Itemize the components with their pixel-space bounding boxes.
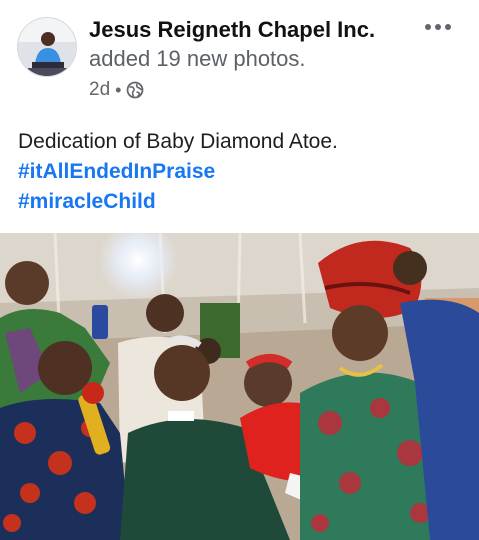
post-meta: 2d • <box>89 79 144 101</box>
post-photo[interactable] <box>0 233 479 540</box>
post-header: Jesus Reigneth Chapel Inc. added 19 new … <box>0 0 479 110</box>
avatar-image <box>18 18 76 76</box>
hashtag-link[interactable]: #itAllEndedInPraise <box>18 157 468 187</box>
post-text: Dedication of Baby Diamond Atoe. #itAllE… <box>18 127 468 217</box>
post-action-text: added 19 new photos. <box>89 46 306 71</box>
more-options-button[interactable] <box>421 14 455 40</box>
photo-image <box>0 233 479 540</box>
globe-icon <box>126 81 144 99</box>
meta-separator: • <box>115 80 122 100</box>
page-avatar[interactable] <box>17 17 77 77</box>
page-name[interactable]: Jesus Reigneth Chapel Inc. <box>89 17 375 43</box>
post-timestamp[interactable]: 2d <box>89 79 110 101</box>
more-dots-icon <box>425 24 431 30</box>
hashtag-link[interactable]: #miracleChild <box>18 187 468 217</box>
post-caption: Dedication of Baby Diamond Atoe. <box>18 130 338 153</box>
